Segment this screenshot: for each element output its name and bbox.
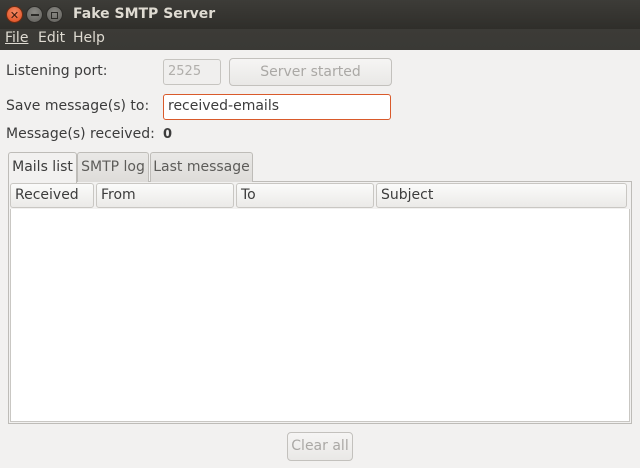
messages-received-count: 0 <box>163 127 173 142</box>
menu-file-label: File <box>5 30 29 46</box>
menu-help[interactable]: Help <box>73 30 105 46</box>
menu-file[interactable]: File <box>5 30 28 46</box>
column-header-to[interactable]: To <box>236 183 374 208</box>
column-header-subject[interactable]: Subject <box>376 183 627 208</box>
minimize-icon <box>30 14 39 16</box>
menu-bar: File Edit Help <box>0 29 640 50</box>
mails-table-header: Received From To Subject <box>10 183 630 209</box>
app-window: ✕ Fake SMTP Server File Edit Help Listen… <box>0 0 640 468</box>
window-title: Fake SMTP Server <box>73 6 216 22</box>
clear-all-button[interactable]: Clear all <box>287 432 353 461</box>
maximize-icon <box>51 12 58 19</box>
close-icon: ✕ <box>9 9 20 22</box>
save-messages-input[interactable]: received-emails <box>163 94 391 120</box>
save-messages-label: Save message(s) to: <box>6 98 150 114</box>
menu-edit-label: Edit <box>38 30 66 46</box>
title-bar: ✕ Fake SMTP Server <box>0 0 640 29</box>
mails-table-body[interactable] <box>10 209 630 422</box>
column-header-from[interactable]: From <box>96 183 234 208</box>
tab-smtp-log[interactable]: SMTP log <box>77 152 149 182</box>
menu-help-label: Help <box>73 30 105 46</box>
tab-last-message[interactable]: Last message <box>150 152 253 182</box>
listening-port-label: Listening port: <box>6 63 108 79</box>
server-started-button[interactable]: Server started <box>229 58 392 86</box>
column-header-received[interactable]: Received <box>10 183 94 208</box>
close-window-button[interactable]: ✕ <box>6 6 23 23</box>
minimize-window-button[interactable] <box>26 6 43 23</box>
maximize-window-button[interactable] <box>46 6 63 23</box>
listening-port-input[interactable]: 2525 <box>163 59 221 85</box>
tab-mails-list[interactable]: Mails list <box>8 152 77 183</box>
messages-received-label: Message(s) received: <box>6 126 155 142</box>
menu-edit[interactable]: Edit <box>38 30 65 46</box>
